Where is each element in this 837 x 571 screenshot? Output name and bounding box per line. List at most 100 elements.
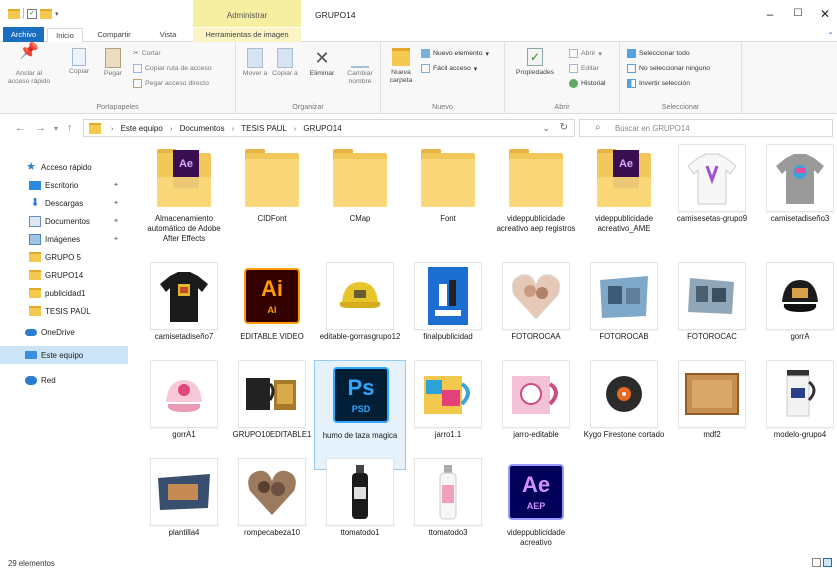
address-dropdown-icon[interactable]: ⌄ [542,123,550,134]
properties-quick-icon[interactable]: ✓ [27,8,37,19]
chevron-down-icon: ▾ [598,50,602,58]
breadcrumb-chevron-icon[interactable]: › [294,126,296,133]
pin-icon[interactable]: ✦ [113,199,119,207]
ribbon-collapse-icon[interactable]: ⌃ [827,31,834,40]
delete-button[interactable]: ✕ Eliminar [304,48,340,78]
file-item[interactable]: FOTOROCAA [490,262,582,372]
details-view-icon[interactable] [812,558,821,567]
file-item[interactable]: mdf2 [666,360,758,470]
history-button[interactable]: Historial [569,79,606,88]
move-to-button[interactable]: Mover a [242,48,268,78]
new-folder-button[interactable]: Nueva carpeta [385,48,417,85]
nav-item-publicidad1[interactable]: publicidad1 [0,284,128,302]
nav-item-documents[interactable]: Documentos ✦ [0,212,128,230]
minimize-button[interactable]: – [763,7,777,21]
breadcrumb-grupo14[interactable]: GRUPO14 [303,124,341,133]
pin-icon[interactable]: ✦ [113,217,119,225]
cut-button[interactable]: ✂ Cortar [133,49,161,58]
nav-item-desktop[interactable]: Escritorio ✦ [0,176,128,194]
file-item[interactable]: jarro-editable [490,360,582,470]
file-item[interactable]: camisetadiseño7 [138,262,230,372]
breadcrumb-chevron-icon[interactable]: › [111,126,113,133]
properties-button[interactable]: ✓ Propiedades [509,48,561,77]
file-item[interactable]: videppublicidade acreativo aep registros [490,144,582,254]
pin-quick-access-button[interactable]: 📌 Anclar al acceso rápido [6,44,52,86]
file-item[interactable]: Ae videppublicidade acreativo_AME [578,144,670,254]
pin-icon[interactable]: ✦ [113,181,119,189]
file-item[interactable]: Kygo Firestone cortado [578,360,670,470]
tab-share[interactable]: Compartir [90,28,138,42]
pin-icon[interactable]: ✦ [113,235,119,243]
file-item[interactable]: camisesetas-grupo9 [666,144,758,254]
paste-button[interactable]: Pegar [99,48,127,78]
close-button[interactable]: ✕ [818,7,832,21]
up-arrow-icon[interactable]: ↑ [67,122,73,134]
new-item-button[interactable]: Nuevo elemento ▾ [421,49,489,58]
file-item[interactable]: camisetadiseño3 [754,144,837,254]
file-thumbnail [238,144,306,212]
customize-dropdown-icon[interactable]: ▾ [55,10,59,18]
context-tab-manage[interactable]: Administrar [193,0,301,27]
file-item[interactable]: gorrA1 [138,360,230,470]
nav-item-quick-access[interactable]: ★ Acceso rápido [0,158,128,176]
file-item[interactable]: gorrA [754,262,837,372]
file-item[interactable]: editable-gorrasgrupo12 [314,262,406,372]
tab-image-tools[interactable]: Herramientas de imagen [193,28,301,42]
file-item[interactable]: FOTOROCAB [578,262,670,372]
file-item[interactable]: CMap [314,144,406,254]
back-arrow-icon[interactable]: ← [15,122,26,134]
copy-to-button[interactable]: Copiar a [272,48,298,78]
maximize-button[interactable]: ☐ [791,8,805,19]
nav-item-onedrive[interactable]: OneDrive [0,323,128,341]
file-item[interactable]: Font [402,144,494,254]
file-item[interactable]: modelo-grupo4 [754,360,837,470]
file-item[interactable]: plantilla4 [138,458,230,568]
file-item[interactable]: finalpublicidad [402,262,494,372]
tab-home[interactable]: Inicio [47,28,83,42]
file-item[interactable]: GRUPO10EDITABLE1 [226,360,318,470]
nav-item-this-pc[interactable]: Este equipo [0,346,128,364]
file-item[interactable]: Ae AEP videppublicidade acreativo [490,458,582,568]
breadcrumb-chevron-icon[interactable]: › [232,126,234,133]
copy-button[interactable]: Copiar [64,48,94,76]
nav-item-downloads[interactable]: ⬇ Descargas ✦ [0,194,128,212]
select-all-button[interactable]: Seleccionar todo [627,49,690,58]
file-item[interactable]: rompecabeza10 [226,458,318,568]
forward-arrow-icon[interactable]: → [35,122,46,134]
easy-access-button[interactable]: Fácil acceso ▾ [421,64,477,73]
breadcrumb-chevron-icon[interactable]: › [170,126,172,133]
invert-selection-button[interactable]: Invertir selección [627,79,690,88]
edit-button[interactable]: Editar [569,64,599,73]
copy-path-button[interactable]: Copiar ruta de acceso [133,64,212,73]
tab-view[interactable]: Vista [153,28,183,42]
new-folder-quick-icon[interactable] [40,8,52,19]
nav-item-grupo14[interactable]: GRUPO14 [0,266,128,284]
address-bar[interactable]: › Este equipo › Documentos › TESIS PAUL … [83,119,575,137]
file-item[interactable]: ttomatodo3 [402,458,494,568]
nav-item-network[interactable]: Red [0,371,128,389]
large-icons-view-icon[interactable] [823,558,832,567]
refresh-icon[interactable]: ↻ [560,122,568,133]
file-name: camisesetas-grupo9 [676,214,748,223]
file-item[interactable]: Ai AI EDITABLE VIDEO [226,262,318,372]
nav-item-tesis-paul[interactable]: TESIS PAÚL [0,302,128,320]
file-item[interactable]: jarro1.1 [402,360,494,470]
file-item[interactable]: ttomatodo1 [314,458,406,568]
rename-button[interactable]: Cambiar nombre [343,48,377,86]
search-box[interactable]: ⌕ Buscar en GRUPO14 [579,119,833,137]
open-button[interactable]: Abrir ▾ [569,49,602,58]
recent-locations-chevron-icon[interactable]: ▾ [54,124,58,133]
breadcrumb-documents[interactable]: Documentos [180,124,225,133]
paste-shortcut-button[interactable]: Pegar acceso directo [133,79,209,88]
breadcrumb-tesis-paul[interactable]: TESIS PAUL [241,124,286,133]
file-item[interactable]: Ps PSD humo de taza magica [314,360,406,470]
nav-item-grupo5[interactable]: GRUPO 5 [0,248,128,266]
file-item[interactable]: CIDFont [226,144,318,254]
file-item[interactable]: Ae Almacenamiento automático de Adobe Aft… [138,144,230,254]
select-none-button[interactable]: No seleccionar ninguno [627,64,710,73]
file-item[interactable]: FOTOROCAC [666,262,758,372]
breadcrumb-this-pc[interactable]: Este equipo [121,124,163,133]
tab-file[interactable]: Archivo [3,27,44,42]
nav-item-images[interactable]: Imágenes ✦ [0,230,128,248]
illustrator-file-icon: Ai AI [244,268,300,324]
